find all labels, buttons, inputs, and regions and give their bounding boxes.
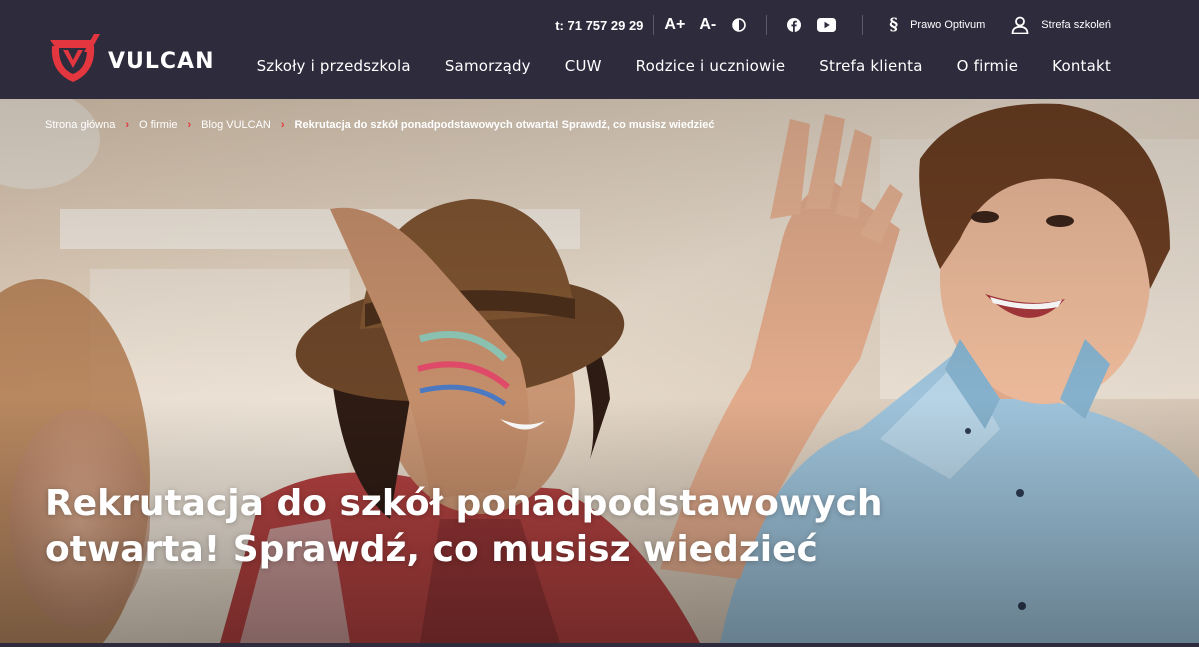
logo-text: VULCAN [108,48,215,74]
hero-banner: Strona główna › O firmie › Blog VULCAN ›… [0,99,1199,643]
chevron-right-icon: › [280,119,285,131]
divider [766,15,768,35]
font-decrease-button[interactable]: A- [699,16,716,34]
nav-item-o-firmie[interactable]: O firmie [957,57,1019,75]
breadcrumb-current: Rekrutacja do szkół ponadpodstawowych ot… [294,119,715,131]
nav-item-samorzady[interactable]: Samorządy [445,57,531,75]
nav-item-cuw[interactable]: CUW [565,57,602,75]
utility-bar: t: 71 757 29 29 A+ A- § Prawo Optivum St… [555,14,1111,36]
divider [862,15,864,35]
nav-item-strefa-klienta[interactable]: Strefa klienta [819,57,922,75]
divider [653,15,655,35]
main-navigation: Szkoły i przedszkola Samorządy CUW Rodzi… [257,57,1111,75]
social-links [787,18,837,32]
chevron-right-icon: › [125,119,129,131]
paragraph-icon: § [889,15,899,35]
strefa-szkolen-label: Strefa szkoleń [1041,19,1111,31]
site-header: VULCAN t: 71 757 29 29 A+ A- § Prawo Opt… [0,0,1199,99]
vulcan-logo-icon [50,34,100,82]
strefa-szkolen-link[interactable]: Strefa szkoleń [1011,16,1111,34]
facebook-icon[interactable] [787,18,802,32]
breadcrumb-item-home[interactable]: Strona główna [45,119,115,131]
page-title-line-1: Rekrutacja do szkół ponadpodstawowych [45,483,883,524]
prawo-optivum-label: Prawo Optivum [910,19,986,31]
contrast-icon[interactable] [732,18,747,32]
chevron-right-icon: › [187,119,192,131]
font-increase-button[interactable]: A+ [664,16,685,34]
breadcrumb-item-o-firmie[interactable]: O firmie [139,119,178,131]
youtube-icon[interactable] [817,18,837,32]
page-title-line-2: otwarta! Sprawdź, co musisz wiedzieć [45,529,818,570]
bottom-edge [0,643,1199,647]
user-icon [1011,16,1029,34]
vulcan-logo[interactable]: VULCAN [44,32,215,86]
nav-item-szkoly[interactable]: Szkoły i przedszkola [257,57,411,75]
page-title: Rekrutacja do szkół ponadpodstawowych ot… [45,481,945,573]
nav-item-kontakt[interactable]: Kontakt [1052,57,1111,75]
phone-number[interactable]: t: 71 757 29 29 [555,18,643,33]
phone-value: 71 757 29 29 [567,17,644,33]
breadcrumb-item-blog[interactable]: Blog VULCAN [201,119,271,131]
phone-prefix: t: [555,17,564,33]
prawo-optivum-link[interactable]: § Prawo Optivum [889,15,985,35]
nav-item-rodzice[interactable]: Rodzice i uczniowie [636,57,786,75]
breadcrumb: Strona główna › O firmie › Blog VULCAN ›… [45,119,714,131]
